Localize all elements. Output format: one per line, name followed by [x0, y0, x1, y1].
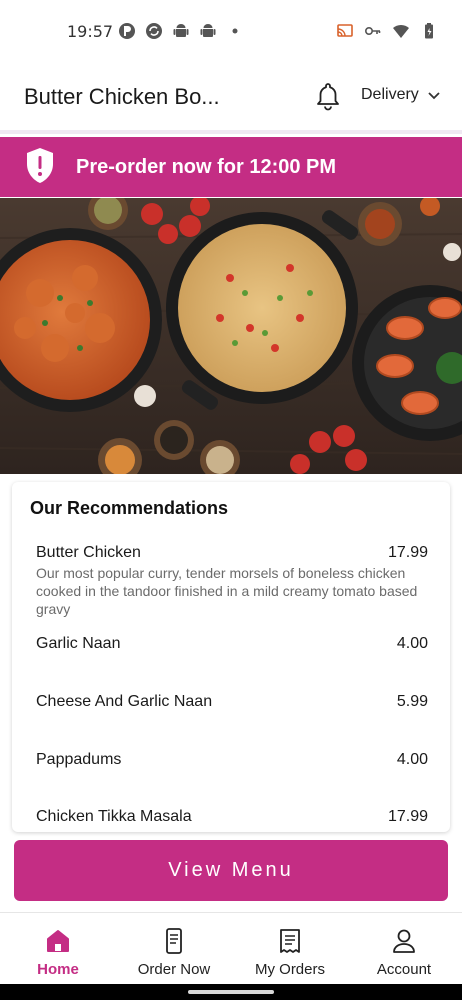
app-header: Butter Chicken Bo... Delivery	[0, 64, 462, 132]
header-divider	[0, 130, 462, 134]
nav-item-my-orders[interactable]: My Orders	[232, 913, 348, 985]
key-icon	[364, 27, 381, 36]
sync-icon	[146, 23, 162, 39]
status-time: 19:57	[67, 22, 114, 41]
order-phone-icon	[166, 928, 182, 954]
menu-item-price: 5.99	[396, 693, 428, 710]
nav-item-order-now[interactable]: Order Now	[116, 913, 232, 985]
order-type-label: Delivery	[361, 86, 419, 103]
nav-label: Home	[37, 961, 79, 978]
shield-alert-icon	[27, 148, 53, 183]
bell-icon[interactable]	[313, 80, 343, 112]
order-type-dropdown[interactable]: Delivery	[361, 86, 441, 104]
status-notification-icons	[118, 22, 244, 40]
preorder-banner: Pre-order now for 12:00 PM	[0, 137, 462, 197]
app-notification-icon	[119, 23, 135, 39]
receipt-icon	[280, 929, 300, 953]
menu-item-name: Chicken Tikka Masala	[36, 808, 192, 825]
preorder-text: Pre-order now for 12:00 PM	[76, 156, 337, 178]
android-icon	[200, 24, 216, 37]
gesture-handle[interactable]	[188, 990, 274, 994]
menu-item[interactable]: Cheese And Garlic Naan 5.99	[36, 693, 428, 711]
recommendations-card: Our Recommendations Butter Chicken 17.99…	[12, 482, 450, 832]
menu-item-name: Cheese And Garlic Naan	[36, 693, 213, 710]
android-icon	[173, 24, 189, 37]
home-icon	[47, 930, 69, 952]
hero-food-image	[0, 198, 462, 474]
nav-item-home[interactable]: Home	[0, 913, 116, 985]
menu-item[interactable]: Garlic Naan 4.00	[36, 635, 428, 653]
recommendations-title: Our Recommendations	[30, 498, 229, 518]
bottom-navigation: Home Order Now My Orders Account	[0, 912, 462, 984]
menu-item-name: Pappadums	[36, 751, 122, 768]
menu-item-name: Butter Chicken	[36, 544, 141, 561]
battery-icon	[425, 23, 433, 39]
menu-item-price: 17.99	[387, 544, 428, 561]
menu-item-description: Our most popular curry, tender morsels o…	[36, 565, 418, 617]
chevron-down-icon	[428, 92, 440, 100]
status-bar: 19:57	[0, 0, 462, 64]
user-icon	[393, 929, 415, 953]
wifi-icon	[393, 24, 409, 38]
menu-item-price: 17.99	[387, 808, 428, 825]
status-system-icons	[336, 22, 438, 40]
menu-item-price: 4.00	[396, 635, 428, 652]
gesture-navigation-bar	[0, 984, 462, 1000]
nav-label: Order Now	[137, 961, 211, 978]
menu-item[interactable]: Pappadums 4.00	[36, 751, 428, 769]
menu-item-price: 4.00	[396, 751, 428, 768]
nav-item-account[interactable]: Account	[346, 913, 462, 985]
menu-item[interactable]: Chicken Tikka Masala 17.99	[36, 808, 428, 826]
view-menu-button[interactable]: View Menu	[14, 840, 448, 901]
menu-item-name: Garlic Naan	[36, 635, 121, 652]
restaurant-name[interactable]: Butter Chicken Bo...	[24, 84, 220, 110]
nav-label: My Orders	[254, 961, 325, 978]
cast-icon	[337, 24, 353, 37]
nav-label: Account	[376, 961, 432, 978]
menu-item[interactable]: Butter Chicken 17.99 Our most popular cu…	[36, 544, 428, 618]
dot-icon	[232, 28, 238, 34]
